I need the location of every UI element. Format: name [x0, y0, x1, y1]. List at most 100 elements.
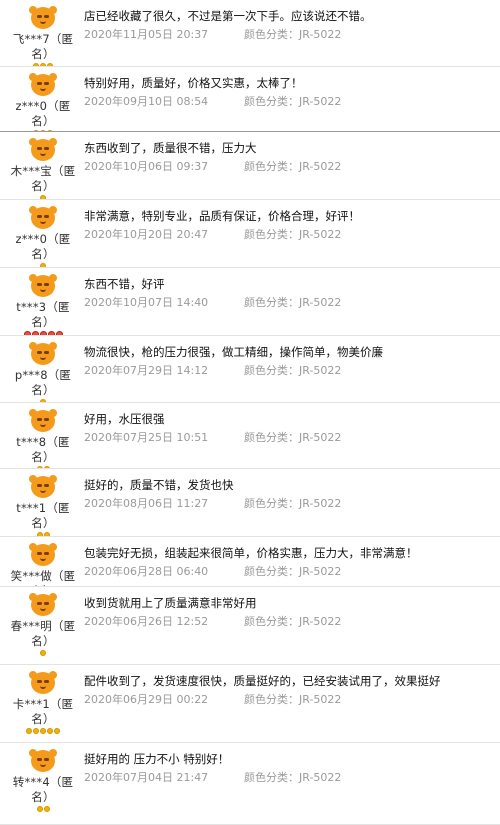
review-date: 2020年10月07日 14:40 — [84, 296, 209, 309]
review-item: p***8（匿 名） 物流很快，枪的压力很强，做工精细，操作简单，物美价廉 202… — [0, 336, 500, 405]
avatar — [28, 409, 58, 433]
spec-value: JR-5022 — [299, 615, 342, 628]
reviewer-info: t***8（匿 名） — [4, 409, 82, 474]
spec-label: 颜色分类： — [244, 228, 299, 241]
review-date: 2020年07月25日 10:51 — [84, 431, 209, 444]
review-text: 特别好用，质量好，价格又实惠，太棒了！ — [84, 76, 303, 90]
review-meta: 2020年10月06日 09:37 颜色分类：JR-5022 — [84, 160, 500, 174]
review-text: 非常满意，特别专业，品质有保证，价格合理，好评！ — [84, 209, 360, 223]
gem-level-icon — [40, 650, 46, 656]
review-meta: 2020年11月05日 20:37 颜色分类：JR-5022 — [84, 28, 500, 42]
review-text: 东西收到了，质量很不错，压力大 — [84, 141, 257, 155]
review-item: 木***宝（匿 名） 东西收到了，质量很不错，压力大 2020年10月06日 09… — [0, 132, 500, 203]
spec-value: JR-5022 — [299, 160, 342, 173]
spec-value: JR-5022 — [299, 95, 342, 108]
reviewer-name: p***8（匿 名） — [14, 368, 72, 397]
avatar — [28, 593, 58, 617]
reviewer-info: 飞***7（匿 名） — [4, 6, 82, 71]
avatar — [28, 749, 58, 773]
spec-label: 颜色分类： — [244, 497, 299, 510]
review-meta: 2020年06月26日 12:52 颜色分类：JR-5022 — [84, 615, 500, 629]
review-text: 配件收到了，发货速度很快，质量挺好的，已经安装试用了，效果挺好 — [84, 674, 441, 688]
review-text: 挺好用的 压力不小 特别好！ — [84, 752, 230, 766]
review-date: 2020年06月29日 00:22 — [84, 693, 209, 706]
avatar — [28, 138, 58, 162]
reviewer-name: z***0（匿 名） — [15, 99, 71, 128]
review-item: t***8（匿 名） 好用，水压很强 2020年07月25日 10:51 颜色分类：… — [0, 403, 500, 472]
review-meta: 2020年07月25日 10:51 颜色分类：JR-5022 — [84, 431, 500, 445]
review-body: 挺好用的 压力不小 特别好！ 2020年07月04日 21:47 颜色分类：JR-… — [84, 751, 500, 785]
reviewer-name: t***3（匿 名） — [16, 300, 70, 329]
reviewer-name: 转***4（匿 名） — [12, 775, 74, 804]
avatar — [28, 342, 58, 366]
reviewer-name: 飞***7（匿 名） — [12, 32, 74, 61]
spec-label: 颜色分类： — [244, 565, 299, 578]
review-body: 东西不错，好评 2020年10月07日 14:40 颜色分类：JR-5022 — [84, 276, 500, 310]
review-body: 包装完好无损，组装起来很简单，价格实惠，压力大，非常满意！ 2020年06月28… — [84, 545, 500, 579]
spec-label: 颜色分类： — [244, 615, 299, 628]
reviewer-name: 卡***1（匿 名） — [12, 697, 74, 726]
review-body: 收到货就用上了质量满意非常好用 2020年06月26日 12:52 颜色分类：JR… — [84, 595, 500, 629]
review-date: 2020年07月04日 21:47 — [84, 771, 209, 784]
spec-value: JR-5022 — [299, 497, 342, 510]
review-item: 转***4（匿 名） 挺好用的 压力不小 特别好！ 2020年07月04日 21:… — [0, 743, 500, 825]
review-text: 店已经收藏了很久，不过是第一次下手。应该说还不错。 — [84, 9, 372, 23]
spec-value: JR-5022 — [299, 228, 342, 241]
review-meta: 2020年07月04日 21:47 颜色分类：JR-5022 — [84, 771, 500, 785]
review-date: 2020年11月05日 20:37 — [84, 28, 209, 41]
review-date: 2020年08月06日 11:27 — [84, 497, 209, 510]
reviewer-info: p***8（匿 名） — [4, 342, 82, 407]
spec-value: JR-5022 — [299, 28, 342, 41]
review-body: 物流很快，枪的压力很强，做工精细，操作简单，物美价廉 2020年07月29日 1… — [84, 344, 500, 378]
review-text: 东西不错，好评 — [84, 277, 165, 291]
spec-label: 颜色分类： — [244, 693, 299, 706]
spec-label: 颜色分类： — [244, 160, 299, 173]
reviewer-name: t***1（匿 名） — [16, 501, 70, 530]
review-meta: 2020年10月07日 14:40 颜色分类：JR-5022 — [84, 296, 500, 310]
spec-value: JR-5022 — [299, 693, 342, 706]
avatar — [28, 671, 58, 695]
review-meta: 2020年08月06日 11:27 颜色分类：JR-5022 — [84, 497, 500, 511]
reviewer-info: 木***宝（匿 名） — [4, 138, 82, 203]
level-badge — [4, 650, 82, 658]
gem-level-icon — [36, 806, 43, 812]
review-meta: 2020年06月29日 00:22 颜色分类：JR-5022 — [84, 693, 500, 707]
spec-value: JR-5022 — [299, 296, 342, 309]
review-item: z***0（匿 名） 非常满意，特别专业，品质有保证，价格合理，好评！ 2020年… — [0, 200, 500, 269]
spec-label: 颜色分类： — [244, 431, 299, 444]
review-body: 特别好用，质量好，价格又实惠，太棒了！ 2020年09月10日 08:54 颜色分… — [84, 75, 500, 109]
review-body: 店已经收藏了很久，不过是第一次下手。应该说还不错。 2020年11月05日 20… — [84, 8, 500, 42]
avatar — [28, 543, 58, 567]
review-date: 2020年10月20日 20:47 — [84, 228, 209, 241]
reviewer-info: t***3（匿 名） — [4, 274, 82, 339]
review-date: 2020年10月06日 09:37 — [84, 160, 209, 173]
review-date: 2020年09月10日 08:54 — [84, 95, 209, 108]
review-date: 2020年07月29日 14:12 — [84, 364, 209, 377]
reviewer-info: 转***4（匿 名） — [4, 749, 82, 814]
reviewer-name: 春***明（匿 名） — [10, 619, 76, 648]
reviewer-info: z***0（匿 名） — [4, 73, 82, 138]
review-date: 2020年06月28日 06:40 — [84, 565, 209, 578]
reviewer-name: t***8（匿 名） — [16, 435, 70, 464]
review-item: z***0（匿 名） 特别好用，质量好，价格又实惠，太棒了！ 2020年09月10… — [0, 67, 500, 136]
spec-label: 颜色分类： — [244, 771, 299, 784]
review-meta: 2020年07月29日 14:12 颜色分类：JR-5022 — [84, 364, 500, 378]
spec-value: JR-5022 — [299, 364, 342, 377]
review-item: 飞***7（匿 名） 店已经收藏了很久，不过是第一次下手。应该说还不错。 2020… — [0, 0, 500, 69]
review-item: 笑***做（匿名） 包装完好无损，组装起来很简单，价格实惠，压力大，非常满意！ … — [0, 537, 500, 606]
review-item: 卡***1（匿 名） 配件收到了，发货速度很快，质量挺好的，已经安装试用了，效果挺… — [0, 665, 500, 743]
spec-label: 颜色分类： — [244, 95, 299, 108]
review-item: t***3（匿 名） 东西不错，好评 2020年10月07日 14:40 颜色分类：… — [0, 268, 500, 339]
gem-level-icon — [43, 806, 50, 812]
review-item: t***1（匿 名） 挺好的，质量不错，发货也快 2020年08月06日 11:2… — [0, 469, 500, 538]
spec-value: JR-5022 — [299, 771, 342, 784]
gem-level-icon — [54, 728, 60, 734]
spec-value: JR-5022 — [299, 565, 342, 578]
spec-label: 颜色分类： — [244, 364, 299, 377]
gem-level-icon — [33, 728, 39, 734]
spec-label: 颜色分类： — [244, 28, 299, 41]
avatar — [28, 6, 58, 30]
gem-level-icon — [26, 728, 32, 734]
level-badge — [4, 728, 82, 736]
reviewer-name: z***0（匿 名） — [15, 232, 71, 261]
